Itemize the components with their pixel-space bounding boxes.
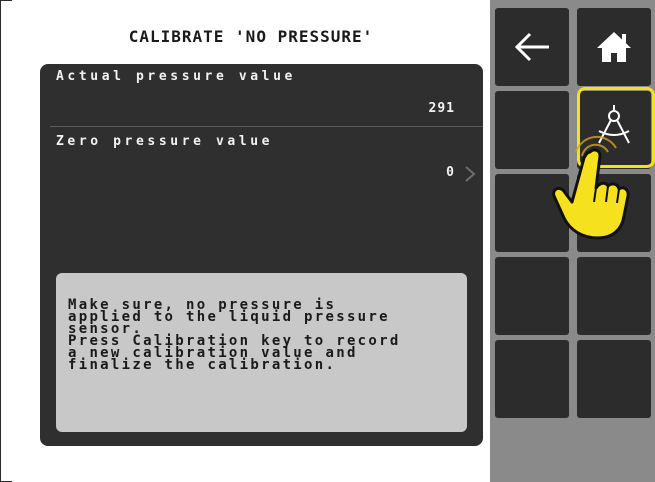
info-box: Make sure, no pressure is applied to the… [56, 273, 467, 432]
softkey-empty[interactable] [577, 340, 651, 418]
arrow-left-icon [514, 32, 549, 62]
page-title: CALIBRATE 'NO PRESSURE' [128, 27, 374, 46]
softkey-empty[interactable] [495, 257, 569, 335]
actual-pressure-value: 291 [428, 101, 455, 116]
back-button[interactable] [495, 8, 569, 86]
row-divider [50, 126, 483, 127]
home-button[interactable] [577, 8, 651, 86]
home-icon [597, 32, 631, 62]
values-panel: Actual pressure value 291 Zero pressure … [40, 64, 483, 446]
actual-pressure-label: Actual pressure value [56, 69, 296, 84]
chevron-right-icon[interactable] [463, 165, 477, 183]
zero-pressure-label: Zero pressure value [56, 134, 274, 149]
softkey-empty[interactable] [495, 340, 569, 418]
info-text: Make sure, no pressure is applied to the… [68, 297, 401, 373]
softkey-empty[interactable] [577, 257, 651, 335]
zero-pressure-value[interactable]: 0 [446, 165, 455, 180]
tap-hand-icon [552, 135, 630, 240]
calibration-pane: CALIBRATE 'NO PRESSURE' Actual pressure … [12, 0, 490, 482]
